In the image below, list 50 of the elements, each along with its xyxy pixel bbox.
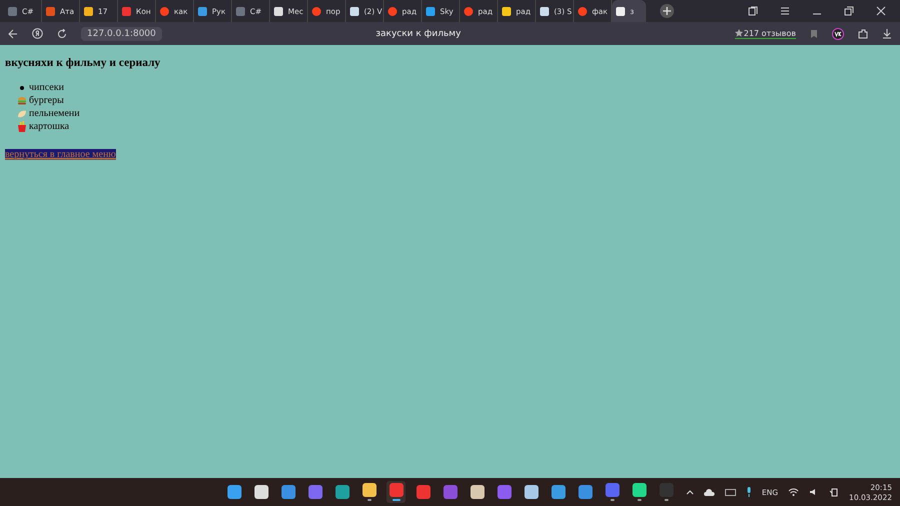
- vk-extension-icon[interactable]: [832, 28, 844, 40]
- tab-favicon-icon: [122, 6, 131, 16]
- main-menu-link[interactable]: вернуться в главное меню: [5, 149, 116, 160]
- taskbar-app[interactable]: [360, 481, 378, 503]
- list-item: бургеры: [29, 95, 64, 106]
- tab-favicon-icon: [160, 6, 169, 16]
- tabs-icon[interactable]: [748, 6, 758, 16]
- wifi-icon[interactable]: [788, 488, 800, 496]
- tab-favicon-icon: [350, 6, 359, 16]
- tab-favicon-icon: [236, 6, 245, 16]
- star-icon: [734, 29, 743, 37]
- cloud-icon[interactable]: [704, 488, 715, 496]
- page-heading: вкусняхи к фильму и сериалу: [5, 57, 162, 69]
- address-field[interactable]: 127.0.0.1:8000: [81, 26, 162, 40]
- tab-favicon-icon: [312, 6, 321, 16]
- tab-favicon-icon: [616, 6, 625, 16]
- tab-favicon-icon: [46, 6, 55, 16]
- burger-icon: [17, 96, 27, 105]
- tab-favicon-icon: [388, 6, 397, 16]
- bookmark-icon[interactable]: [810, 28, 818, 38]
- close-icon[interactable]: [876, 6, 886, 16]
- list-item: картошка: [29, 121, 70, 132]
- reviews-link[interactable]: 217 отзывов: [734, 28, 796, 38]
- tab-favicon-icon: [502, 6, 511, 16]
- taskbar-app[interactable]: [630, 481, 648, 503]
- tab-favicon-icon: [198, 6, 207, 16]
- tab-favicon-icon: [578, 6, 587, 16]
- reload-icon[interactable]: [57, 28, 67, 38]
- page-title: закуски к фильму: [374, 28, 462, 38]
- new-tab-icon[interactable]: [660, 4, 674, 18]
- back-icon[interactable]: [8, 28, 18, 38]
- tab-favicon-icon: [426, 6, 435, 16]
- caret-icon[interactable]: [686, 489, 694, 495]
- dumpling-icon: [17, 108, 27, 118]
- tab-favicon-icon: [464, 6, 473, 16]
- tab-favicon-icon: [274, 6, 283, 16]
- tab-favicon-icon: [8, 6, 17, 16]
- fries-icon: [17, 121, 27, 132]
- tab-favicon-icon: [84, 6, 93, 16]
- bullet-icon: [20, 86, 24, 90]
- extensions-icon[interactable]: [858, 28, 868, 38]
- list-item: чипсеки: [29, 82, 64, 93]
- download-icon[interactable]: [882, 28, 892, 38]
- taskbar-app[interactable]: [386, 481, 406, 503]
- tab-favicon-icon: [540, 6, 549, 16]
- microphone-icon[interactable]: [746, 487, 752, 497]
- yandex-logo-icon[interactable]: [32, 28, 43, 39]
- restore-icon[interactable]: [844, 6, 854, 16]
- menu-icon[interactable]: [780, 6, 790, 16]
- list-item: пельнемени: [29, 108, 80, 119]
